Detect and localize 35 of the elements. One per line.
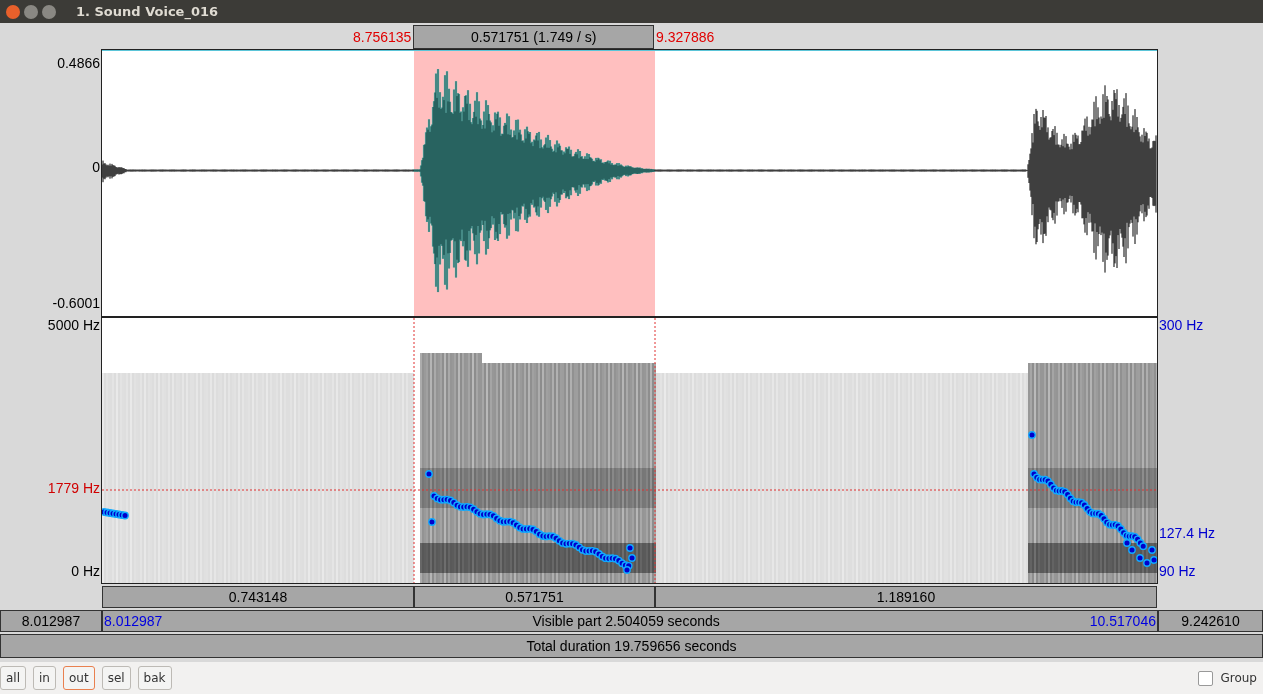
- frequency-min: 0 Hz: [71, 563, 100, 579]
- pitch-max: 300 Hz: [1159, 317, 1204, 333]
- right-outside-duration[interactable]: 9.242610: [1158, 610, 1263, 632]
- y-axis-min: -0.6001: [52, 295, 100, 311]
- maximize-button[interactable]: [42, 4, 56, 19]
- pitch-min: 90 Hz: [1159, 563, 1196, 579]
- selection-duration-bar[interactable]: 0.571751 (1.749 / s): [413, 25, 654, 49]
- pitch-cursor-value: 127.4 Hz: [1159, 525, 1216, 541]
- zoom-button[interactable]: bak: [137, 666, 172, 690]
- total-duration-bar[interactable]: Total duration 19.759656 seconds: [0, 634, 1263, 658]
- minimize-button[interactable]: [24, 4, 38, 19]
- visible-end-time: 10.517046: [1089, 613, 1156, 629]
- close-button[interactable]: [6, 4, 20, 19]
- zoom-button[interactable]: all: [0, 666, 27, 690]
- group-label: Group: [1220, 671, 1257, 685]
- y-axis-max: 0.4866: [57, 55, 100, 71]
- selection-start-time: 8.756135: [353, 29, 412, 45]
- zoom-button[interactable]: in: [33, 666, 56, 690]
- visible-start-time: 8.012987: [104, 613, 163, 629]
- cursor-frequency: 1779 Hz: [47, 480, 100, 496]
- selection-end-time: 9.327886: [655, 29, 715, 45]
- group-checkbox[interactable]: [1198, 670, 1214, 686]
- y-axis-zero: 0: [92, 159, 100, 175]
- waveform-drawing[interactable]: [102, 50, 1157, 318]
- visible-part-bar[interactable]: 8.012987 Visible part 2.504059 seconds 10.517046: [102, 610, 1158, 632]
- window-title: 1. Sound Voice_016: [76, 4, 219, 19]
- visible-part-label: Visible part 2.504059 seconds: [532, 613, 720, 629]
- segment-duration-bar[interactable]: 0.571751: [414, 586, 655, 608]
- spectrogram-drawing[interactable]: [102, 318, 1157, 583]
- segment-duration-bar[interactable]: 1.189160: [655, 586, 1157, 608]
- zoom-button[interactable]: sel: [101, 666, 131, 690]
- left-outside-duration[interactable]: 8.012987: [0, 610, 102, 632]
- zoom-button[interactable]: out: [63, 666, 95, 690]
- segment-duration-bar[interactable]: 0.743148: [102, 586, 414, 608]
- frequency-max: 5000 Hz: [47, 317, 100, 333]
